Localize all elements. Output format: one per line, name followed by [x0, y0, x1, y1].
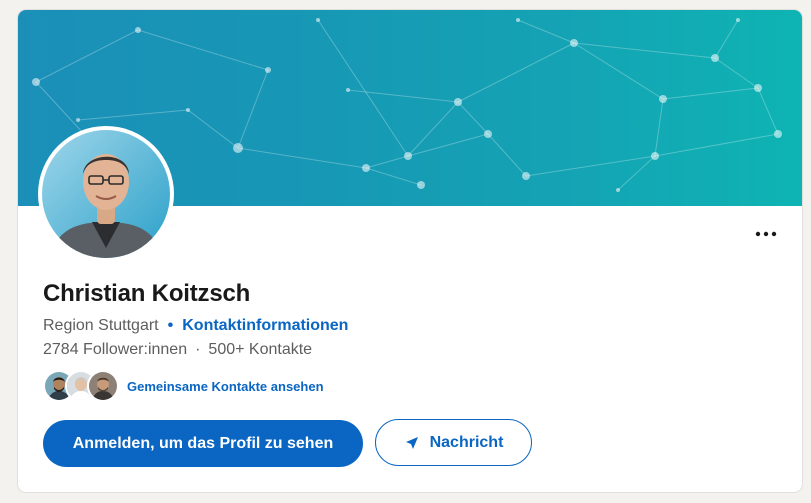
- person-avatar-icon: [89, 372, 117, 400]
- stats-line: 2784 Follower:innen · 500+ Kontakte: [43, 341, 312, 359]
- sign-in-to-view-button[interactable]: Anmelden, um das Profil zu sehen: [43, 420, 363, 467]
- profile-card: Christian Koitzsch Region Stuttgart • Ko…: [18, 10, 802, 492]
- more-options-button[interactable]: [750, 218, 782, 250]
- message-button-label: Nachricht: [429, 433, 504, 451]
- bullet-separator: •: [167, 317, 174, 334]
- location-text: Region Stuttgart: [43, 317, 159, 334]
- connections-count: 500+ Kontakte: [208, 341, 313, 358]
- message-button[interactable]: Nachricht: [375, 419, 532, 466]
- more-horizontal-icon: [755, 231, 777, 237]
- location-line: Region Stuttgart • Kontaktinformationen: [43, 317, 348, 335]
- send-icon: [405, 436, 418, 449]
- dot-separator: ·: [195, 341, 201, 358]
- contact-info-link[interactable]: Kontaktinformationen: [182, 317, 348, 335]
- followers-count: 2784 Follower:innen: [43, 341, 188, 358]
- mutual-connections-link[interactable]: Gemeinsame Kontakte ansehen: [127, 379, 324, 394]
- mutual-avatar-3: [87, 370, 119, 402]
- person-photo-icon: [42, 130, 170, 258]
- profile-name: Christian Koitzsch: [43, 280, 251, 307]
- profile-avatar[interactable]: [42, 130, 170, 258]
- mutual-connections[interactable]: Gemeinsame Kontakte ansehen: [43, 370, 324, 402]
- profile-photo: [42, 130, 170, 258]
